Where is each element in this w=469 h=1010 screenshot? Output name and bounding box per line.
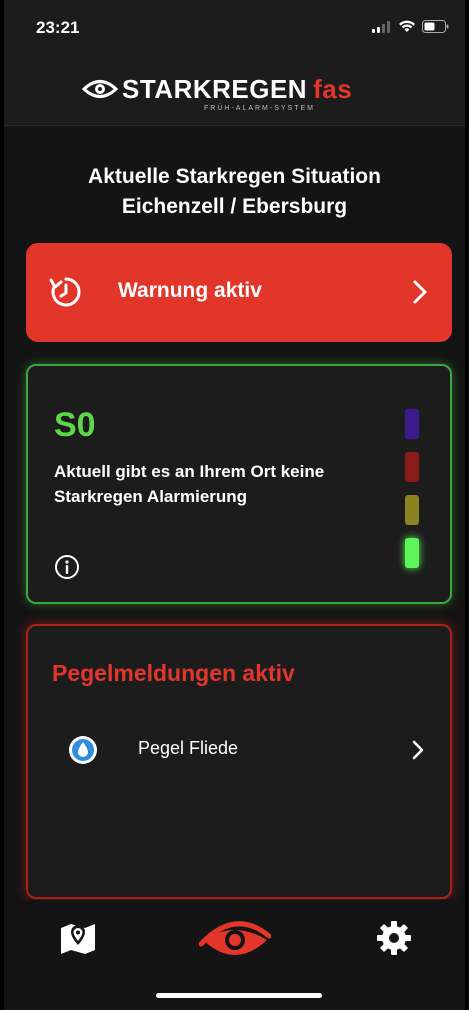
logo-accent: fas xyxy=(313,74,353,104)
home-indicator xyxy=(156,993,322,998)
logo: STARKREGEN fas FRÜH-ALARM-SYSTEM xyxy=(82,74,402,118)
title-line-2: Eichenzell / Ebersburg xyxy=(121,195,348,218)
alarm-level-bar xyxy=(405,409,419,439)
page-title: Aktuelle Starkregen Situation Eichenzell… xyxy=(4,162,465,222)
logo-wordmark: STARKREGEN xyxy=(122,74,308,104)
logo-eye-icon xyxy=(82,80,118,98)
logo-subtitle: FRÜH-ALARM-SYSTEM xyxy=(204,105,316,112)
alarm-level-bar xyxy=(405,538,419,568)
gauge-reports-card: Pegelmeldungen aktiv Pegel Fliede xyxy=(26,624,452,899)
gauge-name: Pegel Fliede xyxy=(138,738,239,758)
eye-icon[interactable] xyxy=(199,914,271,962)
logo-text: STARKREGEN fas xyxy=(122,74,352,105)
info-icon[interactable] xyxy=(54,554,80,580)
status-icons xyxy=(372,20,449,33)
signal-icon xyxy=(372,20,390,33)
water-drop-icon xyxy=(69,736,97,764)
gauge-list-item[interactable]: Pegel Fliede xyxy=(40,726,436,774)
timer-refresh-icon xyxy=(49,277,81,307)
app-screen: 23:21 STARKREGEN fas FRÜH-ALARM-SYSTEM A… xyxy=(4,0,465,1010)
app-header: STARKREGEN fas FRÜH-ALARM-SYSTEM xyxy=(4,54,465,126)
map-pin-icon[interactable] xyxy=(59,920,97,956)
battery-icon xyxy=(422,20,449,33)
warning-label: Warnung aktiv xyxy=(118,279,262,302)
chevron-right-icon xyxy=(413,280,427,304)
warning-active-button[interactable]: Warnung aktiv xyxy=(26,243,452,342)
alarm-level-message: Aktuell gibt es an Ihrem Ort keine Stark… xyxy=(54,462,325,506)
title-line-1: Aktuelle Starkregen Situation xyxy=(88,165,381,188)
gear-icon[interactable] xyxy=(376,920,412,956)
wifi-icon xyxy=(399,20,415,32)
gauge-reports-title: Pegelmeldungen aktiv xyxy=(52,660,295,686)
alarm-level-card: S0 Aktuell gibt es an Ihrem Ort keine St… xyxy=(26,364,452,604)
status-bar: 23:21 xyxy=(4,0,465,54)
alarm-level-code: S0 xyxy=(54,406,96,444)
chevron-right-icon xyxy=(412,740,424,760)
status-time: 23:21 xyxy=(36,18,80,37)
alarm-level-bar xyxy=(405,452,419,482)
alarm-level-bar xyxy=(405,495,419,525)
